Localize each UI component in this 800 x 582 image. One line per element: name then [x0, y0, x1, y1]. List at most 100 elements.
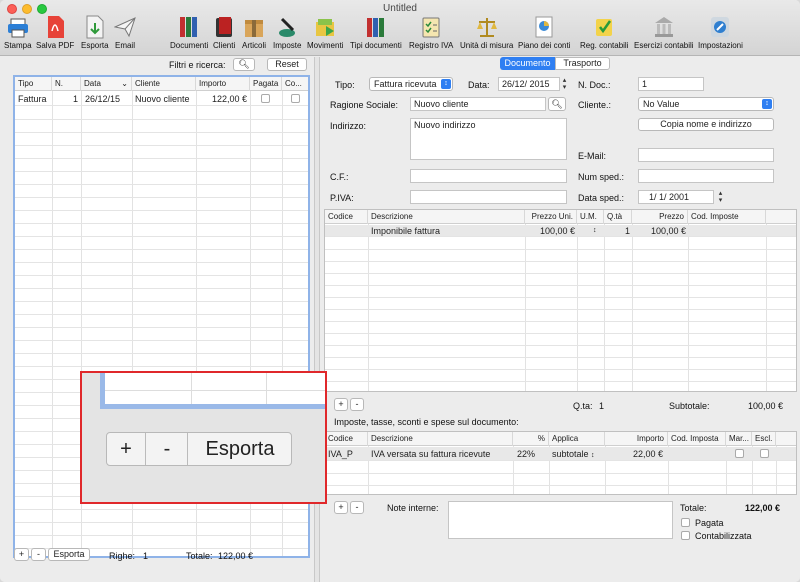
col-tax-cod-imposta[interactable]: Cod. Imposta [668, 432, 726, 446]
col-tax-importo[interactable]: Importo [605, 432, 668, 446]
toolbar-button-imposte[interactable]: Imposte [273, 15, 301, 50]
applica-select[interactable]: subtotale ↕ [552, 448, 595, 462]
remove-document-button[interactable]: - [31, 548, 46, 561]
toolbar-button-piano-conti[interactable]: Piano dei conti [518, 15, 570, 50]
toolbar-button-unita-misura[interactable]: Unità di misura [460, 15, 513, 50]
col-tipo[interactable]: Tipo [15, 77, 52, 91]
indirizzo-field[interactable]: Nuovo indirizzo [410, 118, 567, 160]
table-row[interactable]: IVA_P IVA versata su fattura ricevute 22… [325, 447, 796, 461]
articles-icon [243, 15, 265, 39]
toolbar-button-registro-iva[interactable]: Registro IVA [409, 15, 453, 50]
toolbar-button-articoli[interactable]: Articoli [242, 15, 266, 50]
tab-documento[interactable]: Documento [500, 57, 555, 70]
empty-row [15, 523, 308, 536]
col-importo[interactable]: Importo [196, 77, 250, 91]
empty-row [15, 315, 308, 328]
tab-trasporto[interactable]: Trasporto [555, 57, 610, 70]
toolbar-button-tipi-documenti[interactable]: Tipi documenti [350, 15, 402, 50]
toolbar-button-salva-pdf[interactable]: Salva PDF [36, 15, 74, 50]
col-tax-descrizione[interactable]: Descrizione [368, 432, 513, 446]
toolbar-button-reg-contabili[interactable]: Reg. contabili [580, 15, 628, 50]
col-tax-codice[interactable]: Codice [325, 432, 368, 446]
document-types-icon [365, 15, 387, 39]
col-codice[interactable]: Codice [325, 210, 368, 224]
empty-row [325, 298, 796, 310]
col-cliente[interactable]: Cliente [132, 77, 196, 91]
empty-row [15, 354, 308, 367]
empty-row [15, 224, 308, 237]
rows-count: 1 [143, 551, 149, 561]
col-data[interactable]: Data ⌄ [81, 77, 132, 91]
toolbar-button-documenti[interactable]: Documenti [170, 15, 208, 50]
toolbar-button-clienti[interactable]: Clienti [213, 15, 235, 50]
empty-row [15, 185, 308, 198]
zoomed-export-button[interactable]: Esporta [189, 433, 291, 465]
add-line-button[interactable]: + [334, 398, 348, 411]
zoomed-add-button[interactable]: + [107, 433, 146, 465]
zoom-callout: + - Esporta [80, 371, 327, 504]
tax-mar-checkbox[interactable] [735, 449, 744, 458]
empty-row [15, 328, 308, 341]
col-prezzo[interactable]: Prezzo [632, 210, 688, 224]
data-field[interactable]: 26/12/ 2015 [498, 77, 560, 91]
table-row[interactable]: Fattura 1 26/12/15 Nuovo cliente 122,00 … [15, 92, 308, 106]
table-row[interactable]: Imponibile fattura 100,00 € ↕ 1 100,00 € [325, 225, 796, 237]
col-cod-imposte[interactable]: Cod. Imposte [688, 210, 766, 224]
datasped-field[interactable]: 1/ 1/ 2001 [638, 190, 714, 204]
empty-row [15, 120, 308, 133]
add-document-button[interactable]: + [14, 548, 29, 561]
total-value: 122,00 € [745, 503, 781, 513]
filter-search-button[interactable]: 🔍︎ [233, 58, 255, 71]
toolbar-button-esporta[interactable]: Esporta [81, 15, 109, 50]
cliente-select[interactable]: No Value ↕ [638, 97, 774, 111]
col-tax-applica[interactable]: Applica [549, 432, 605, 446]
ragione-sociale-field[interactable]: Nuovo cliente [410, 97, 546, 111]
document-list-header: Tipo N. Data ⌄ Cliente Importo Pagata Co.… [15, 77, 308, 91]
toolbar-button-email[interactable]: Email [113, 15, 136, 50]
col-tax-escl[interactable]: Escl. [752, 432, 776, 446]
col-pagata[interactable]: Pagata [250, 77, 282, 91]
col-prezzo-uni[interactable]: Prezzo Uni. [525, 210, 577, 224]
reset-button[interactable]: Reset [267, 58, 307, 71]
empty-row [325, 382, 796, 391]
cf-field[interactable] [410, 169, 567, 183]
remove-line-button[interactable]: - [350, 398, 364, 411]
add-tax-button[interactable]: + [334, 501, 348, 514]
toolbar-button-esercizi-contabili[interactable]: Esercizi contabili [634, 15, 694, 50]
col-contabilizzata[interactable]: Co... [282, 77, 308, 91]
toolbar-button-movimenti[interactable]: Movimenti [307, 15, 343, 50]
col-um[interactable]: U.M. [577, 210, 604, 224]
datasped-stepper[interactable]: ▴ ▾ [716, 190, 725, 204]
col-descrizione[interactable]: Descrizione [368, 210, 525, 224]
tipo-select[interactable]: Fattura ricevuta ↕ [369, 77, 453, 91]
remove-tax-button[interactable]: - [350, 501, 364, 514]
export-list-button[interactable]: Esporta [48, 548, 90, 561]
empty-row [325, 238, 796, 250]
contabilizzata-checkbox[interactable] [291, 94, 300, 103]
data-stepper[interactable]: ▴ ▾ [560, 77, 569, 91]
note-interne-field[interactable] [448, 501, 673, 539]
cf-label: C.F.: [330, 172, 349, 182]
um-stepper-icon[interactable]: ↕ [593, 225, 597, 237]
zoomed-remove-button[interactable]: - [147, 433, 188, 465]
toolbar-button-impostazioni[interactable]: Impostazioni [698, 15, 743, 50]
pagata-checkbox[interactable] [261, 94, 270, 103]
taxes-icon [276, 15, 298, 39]
email-field[interactable] [638, 148, 774, 162]
toolbar-button-stampa[interactable]: Stampa [4, 15, 32, 50]
col-tax-perc[interactable]: % [513, 432, 549, 446]
taxes-table[interactable]: Codice Descrizione % Applica Importo Cod… [324, 431, 797, 495]
ragione-search-button[interactable]: 🔍︎ [548, 97, 566, 111]
document-lines-table[interactable]: Codice Descrizione Prezzo Uni. U.M. Q.tà… [324, 209, 797, 392]
tax-escl-checkbox[interactable] [760, 449, 769, 458]
copia-nome-indirizzo-button[interactable]: Copia nome e indirizzo [638, 118, 774, 131]
col-tax-mar[interactable]: Mar... [726, 432, 752, 446]
ndoc-field[interactable]: 1 [638, 77, 704, 91]
numsped-field[interactable] [638, 169, 774, 183]
col-n[interactable]: N. [52, 77, 81, 91]
rows-label: Righe: [109, 551, 136, 561]
contabilizzata-checkbox[interactable] [681, 531, 690, 540]
pagata-checkbox[interactable] [681, 518, 690, 527]
piva-field[interactable] [410, 190, 567, 204]
col-qta[interactable]: Q.tà [604, 210, 632, 224]
